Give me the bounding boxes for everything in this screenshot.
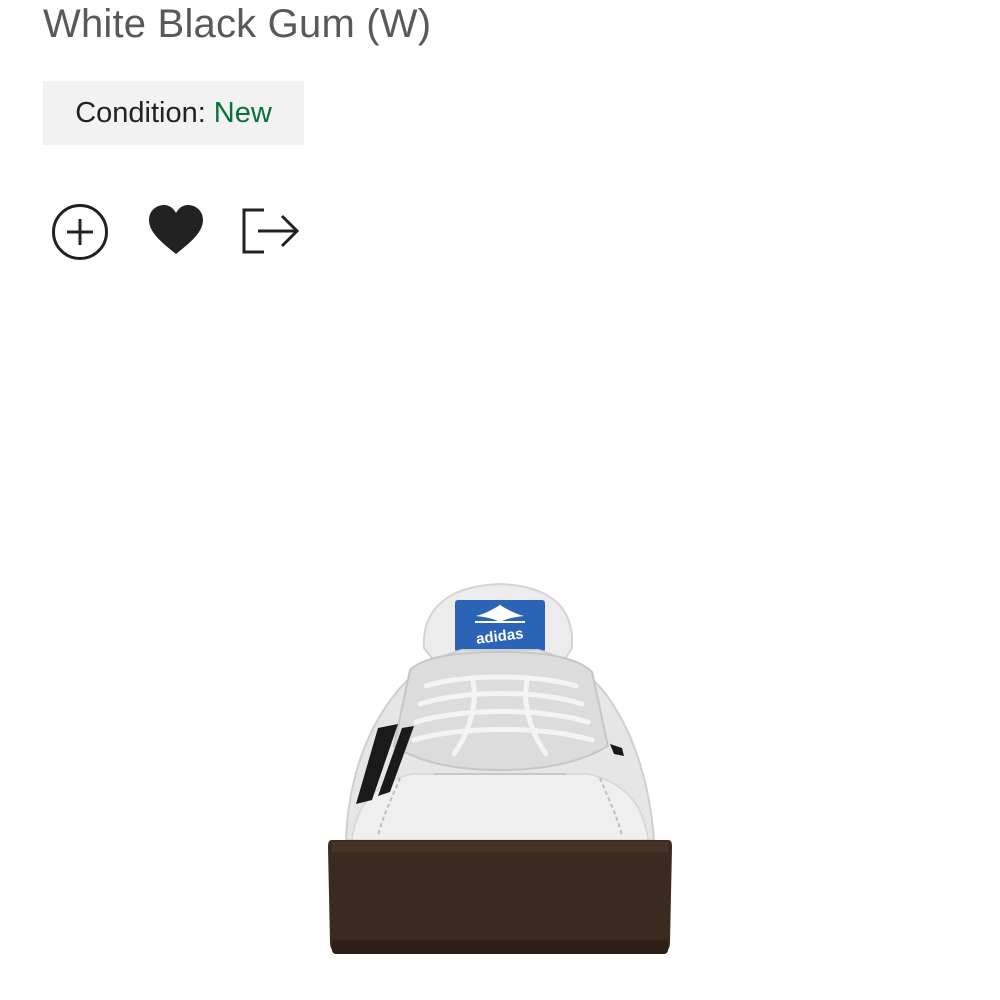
add-circle-icon (52, 204, 108, 260)
condition-value: New (213, 96, 272, 129)
share-button[interactable] (240, 202, 302, 262)
share-exit-icon (242, 208, 300, 254)
sneaker-illustration: adidas (328, 582, 672, 954)
product-title: White Black Gum (W) (43, 2, 432, 46)
condition-label: Condition: (75, 96, 206, 129)
condition-badge: Condition: New (43, 81, 304, 145)
product-image: adidas (322, 578, 678, 960)
heart-icon (149, 205, 203, 254)
favorite-button[interactable] (147, 202, 209, 262)
add-to-portfolio-button[interactable] (50, 202, 112, 262)
